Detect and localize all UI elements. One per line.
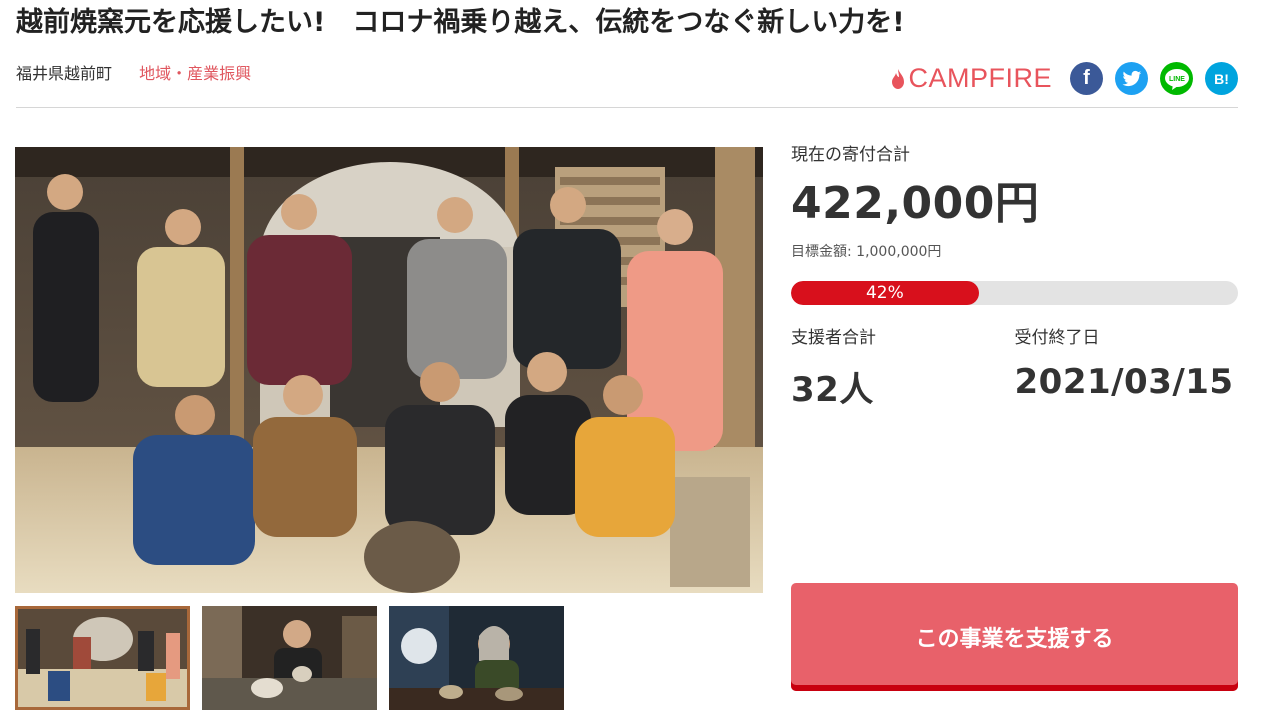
- stats-row: 支援者合計 32人 受付終了日 2021/03/15: [791, 323, 1238, 411]
- goal-amount: 目標金額: 1,000,000円: [791, 244, 942, 260]
- line-icon-text: LINE: [1169, 76, 1185, 83]
- supporters-label: 支援者合計: [791, 328, 876, 348]
- progress-percent: 42%: [865, 283, 904, 303]
- line-icon: LINE: [1164, 68, 1189, 90]
- hatena-bookmark-button[interactable]: B!: [1205, 62, 1238, 95]
- thumbnail-2[interactable]: [202, 606, 377, 710]
- raised-label: 現在の寄付合計: [791, 145, 910, 165]
- support-button[interactable]: この事業を支援する: [791, 583, 1238, 691]
- twitter-bird-icon: [1122, 70, 1141, 86]
- supporters-stat: 支援者合計 32人: [791, 323, 1015, 411]
- thumbnail-potter-photo: [389, 606, 564, 710]
- supporters-value: 32人: [791, 370, 874, 410]
- photo-thumbnails: [15, 606, 564, 710]
- campfire-logo[interactable]: CAMPFIRE: [891, 63, 1052, 94]
- group-photo-illustration: [15, 147, 763, 593]
- category-link[interactable]: 地域・産業振興: [139, 64, 251, 83]
- main-project-photo[interactable]: [15, 147, 763, 593]
- raised-amount: 422,000円: [791, 178, 1040, 229]
- hatena-icon: B!: [1214, 70, 1229, 87]
- share-bar: CAMPFIRE f LINE B!: [891, 62, 1238, 95]
- header-divider: [16, 107, 1238, 108]
- funding-panel: 現在の寄付合計 422,000円 目標金額: 1,000,000円 42% 支援…: [791, 140, 1238, 411]
- progress-bar: 42%: [791, 281, 1238, 305]
- twitter-share-button[interactable]: [1115, 62, 1148, 95]
- page-title: 越前焼窯元を応援したい! コロナ禍乗り越え、伝統をつなぐ新しい力を!: [16, 7, 905, 38]
- thumbnail-3[interactable]: [389, 606, 564, 710]
- location-label: 福井県越前町: [16, 64, 113, 83]
- thumbnail-1[interactable]: [15, 606, 190, 710]
- deadline-value: 2021/03/15: [1014, 362, 1234, 402]
- line-share-button[interactable]: LINE: [1160, 62, 1193, 95]
- facebook-share-button[interactable]: f: [1070, 62, 1103, 95]
- thumbnail-pottery-photo: [202, 606, 377, 710]
- project-meta: 福井県越前町 地域・産業振興: [16, 62, 251, 86]
- facebook-icon: f: [1083, 67, 1090, 89]
- deadline-stat: 受付終了日 2021/03/15: [1015, 323, 1239, 411]
- flame-icon: [892, 68, 905, 89]
- thumbnail-group-photo: [18, 609, 187, 707]
- campfire-wordmark: CAMPFIRE: [908, 63, 1052, 93]
- deadline-label: 受付終了日: [1014, 328, 1100, 348]
